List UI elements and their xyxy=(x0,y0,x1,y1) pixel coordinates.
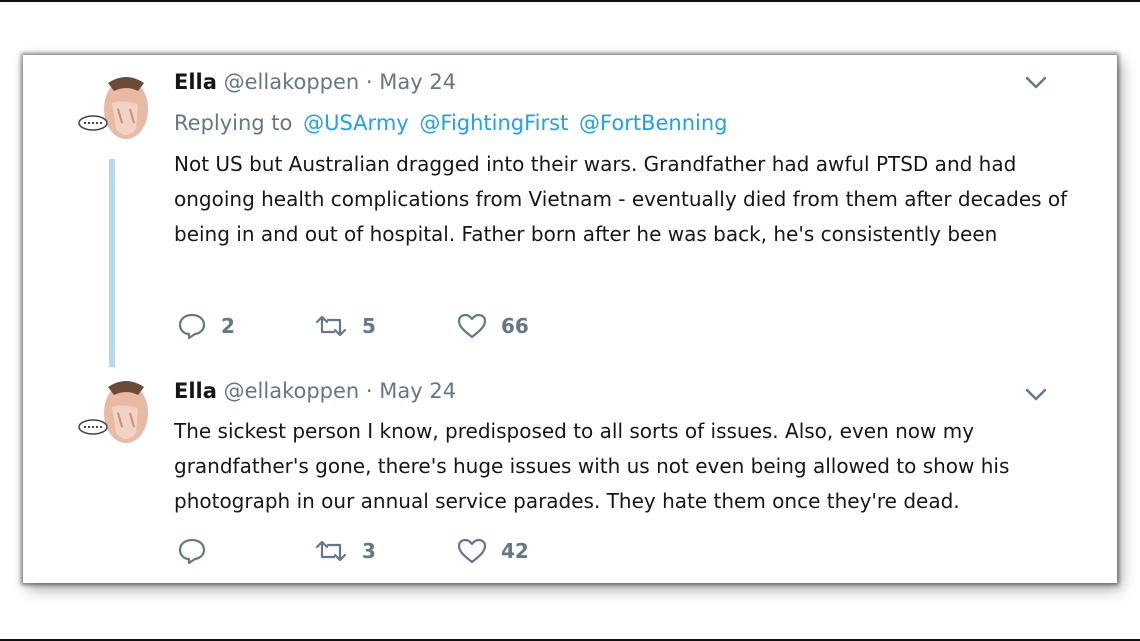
display-name[interactable]: Ella xyxy=(174,70,217,94)
tweet-date[interactable]: May 24 xyxy=(379,70,456,94)
handle[interactable]: @ellakoppen xyxy=(224,379,360,403)
like-button[interactable]: 42 xyxy=(457,536,529,566)
chevron-down-icon[interactable] xyxy=(1025,387,1047,401)
reply-icon xyxy=(177,537,207,565)
tweet-date[interactable]: May 24 xyxy=(379,379,456,403)
avatar[interactable] xyxy=(78,69,158,149)
mention-link[interactable]: @FightingFirst xyxy=(419,111,568,135)
like-count: 66 xyxy=(501,314,529,338)
handle[interactable]: @ellakoppen xyxy=(224,70,360,94)
tweet-header: Ella @ellakoppen · May 24 xyxy=(174,70,456,94)
display-name[interactable]: Ella xyxy=(174,379,217,403)
retweet-button[interactable]: 5 xyxy=(314,311,376,341)
tweet-text: Not US but Australian dragged into their… xyxy=(174,152,1068,246)
heart-icon xyxy=(457,538,487,564)
replying-to: Replying to @USArmy @FightingFirst @Fort… xyxy=(174,111,727,135)
tweet-text: The sickest person I know, predisposed t… xyxy=(174,419,1010,513)
retweet-icon xyxy=(314,313,348,339)
reply-icon xyxy=(177,312,207,340)
reply-count: 2 xyxy=(221,314,235,338)
chevron-down-icon[interactable] xyxy=(1025,75,1047,89)
heart-icon xyxy=(457,313,487,339)
replying-label: Replying to xyxy=(174,111,293,135)
like-count: 42 xyxy=(501,539,529,563)
tweet-header: Ella @ellakoppen · May 24 xyxy=(174,379,456,403)
mention-link[interactable]: @USArmy xyxy=(303,111,409,135)
retweet-icon xyxy=(314,538,348,564)
thread-line xyxy=(109,159,115,367)
separator: · xyxy=(365,70,373,94)
avatar[interactable] xyxy=(78,373,158,453)
retweet-count: 5 xyxy=(362,314,376,338)
top-border xyxy=(0,0,1140,2)
retweet-button[interactable]: 3 xyxy=(314,536,376,566)
separator: · xyxy=(365,379,373,403)
reply-button[interactable]: 2 xyxy=(177,311,235,341)
reply-button[interactable] xyxy=(177,536,221,566)
retweet-count: 3 xyxy=(362,539,376,563)
mention-link[interactable]: @FortBenning xyxy=(579,111,727,135)
tweet-thread-card: Ella @ellakoppen · May 24 Replying to @U… xyxy=(23,55,1117,583)
tweet[interactable]: Ella @ellakoppen · May 24 The sickest pe… xyxy=(23,365,1117,583)
tweet[interactable]: Ella @ellakoppen · May 24 Replying to @U… xyxy=(23,55,1117,367)
like-button[interactable]: 66 xyxy=(457,311,529,341)
